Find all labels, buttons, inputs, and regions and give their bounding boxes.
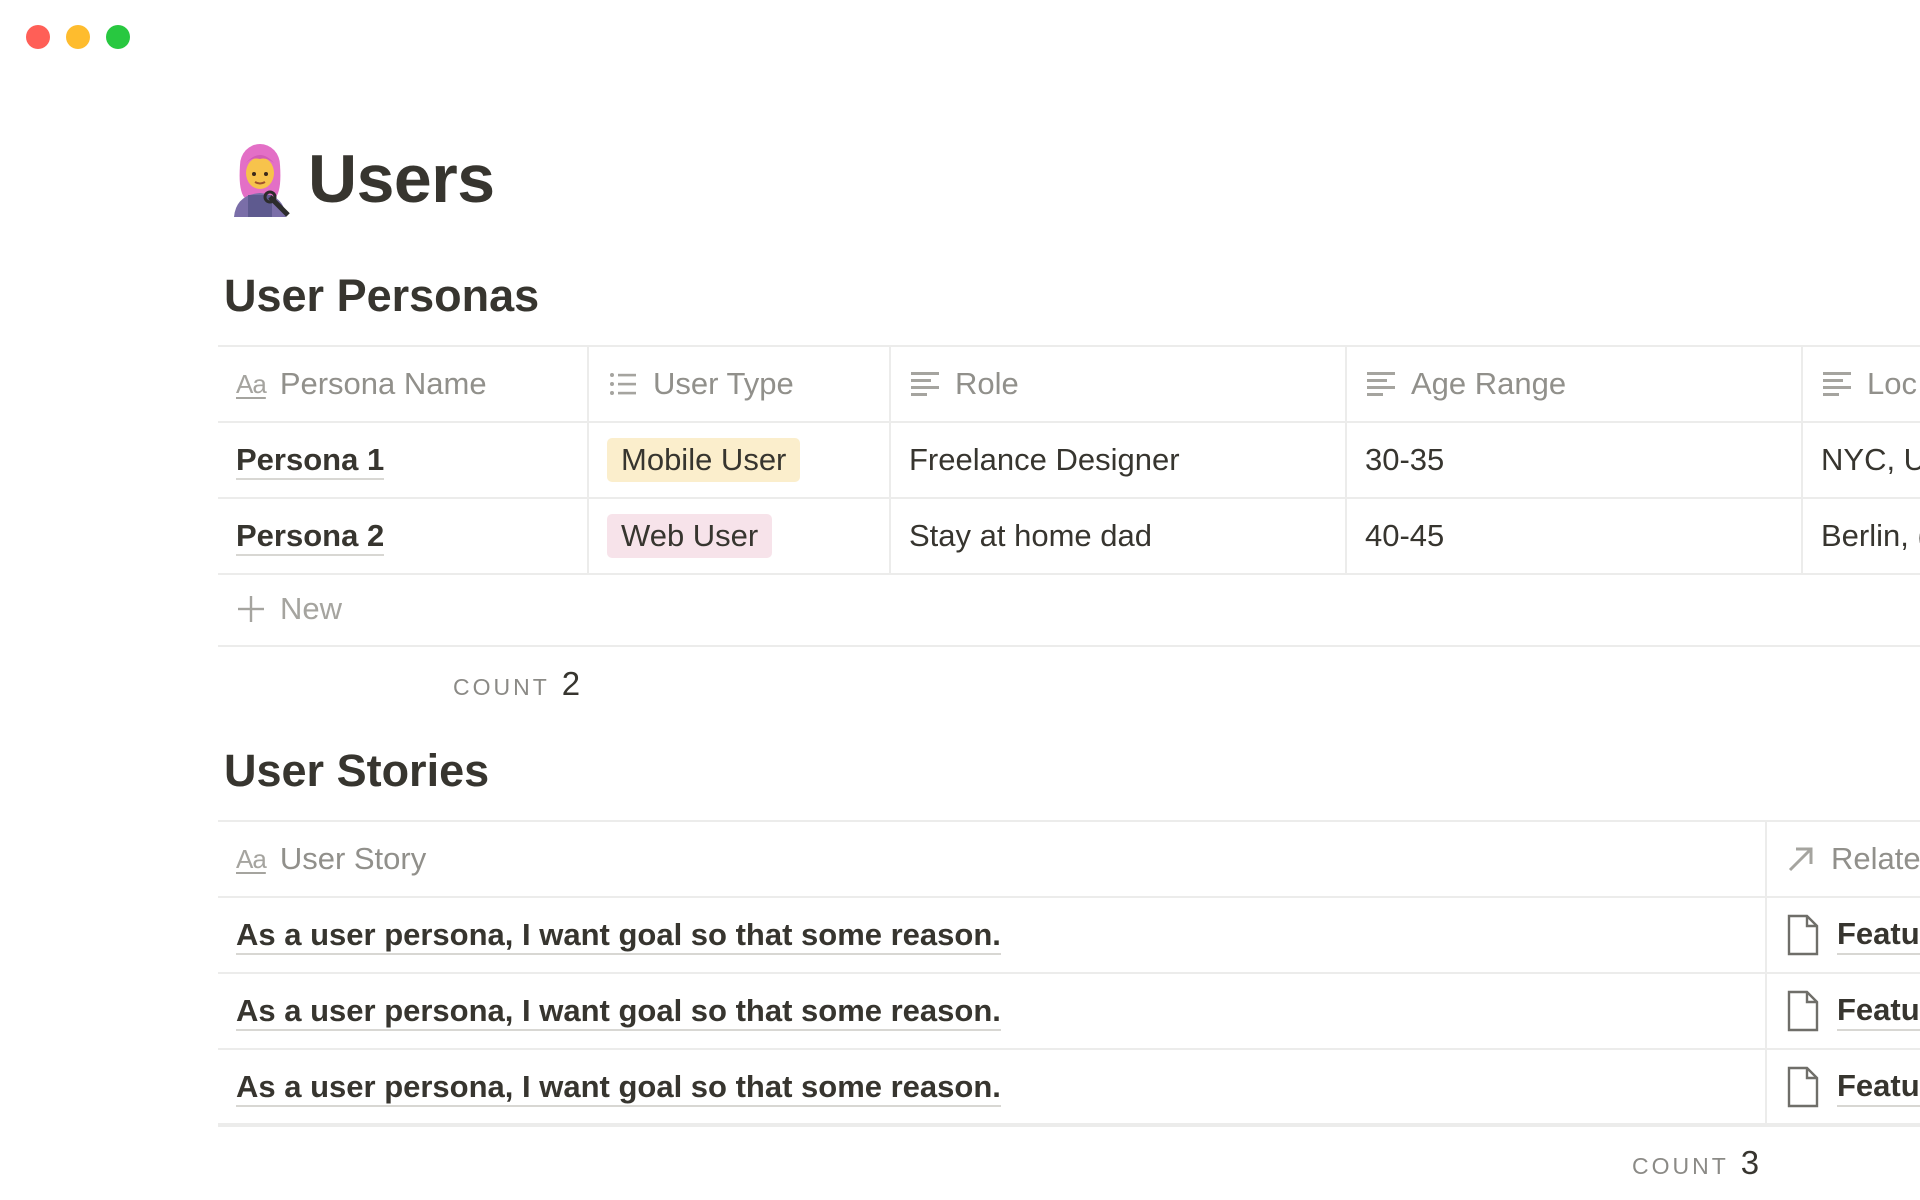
column-header-age-range[interactable]: Age Range <box>1346 345 1803 423</box>
list-icon <box>610 373 636 395</box>
persona-name-cell[interactable]: Persona 2 <box>218 498 589 575</box>
page-title[interactable]: Users <box>308 140 495 218</box>
age-range-cell[interactable]: 40-45 <box>1346 498 1803 575</box>
count-label: COUNT <box>1632 1153 1729 1179</box>
new-row-button[interactable]: New <box>218 573 1920 647</box>
user-type-tag: Mobile User <box>607 438 801 482</box>
title-aa-icon: Aa <box>236 843 267 874</box>
window-controls <box>26 25 130 49</box>
user-type-cell[interactable]: Web User <box>588 498 891 575</box>
text-lines-icon <box>911 372 939 396</box>
user-type-tag: Web User <box>607 514 773 558</box>
stories-heading[interactable]: User Stories <box>224 745 489 797</box>
user-story-link[interactable]: As a user persona, I want goal so that s… <box>236 1069 1001 1107</box>
column-header-user-type[interactable]: User Type <box>588 345 891 423</box>
title-aa-icon: Aa <box>236 368 267 399</box>
location-cell[interactable]: NYC, U <box>1802 422 1920 499</box>
persona-name-link[interactable]: Persona 2 <box>236 518 385 556</box>
user-story-link[interactable]: As a user persona, I want goal so that s… <box>236 993 1001 1031</box>
stories-count[interactable]: COUNT 3 <box>1632 1144 1759 1182</box>
table-row[interactable]: As a user persona, I want goal so that s… <box>218 1049 1920 1126</box>
column-header-location[interactable]: Loc <box>1802 345 1920 423</box>
persona-name-link[interactable]: Persona 1 <box>236 442 385 480</box>
minimize-window-button[interactable] <box>66 25 90 49</box>
column-header-label: Age Range <box>1411 366 1567 401</box>
column-header-role[interactable]: Role <box>890 345 1347 423</box>
age-range-cell[interactable]: 30-35 <box>1346 422 1803 499</box>
column-header-label: Role <box>955 366 1019 401</box>
zoom-window-button[interactable] <box>106 25 130 49</box>
user-story-cell[interactable]: As a user persona, I want goal so that s… <box>218 973 1767 1050</box>
stories-table: Aa User Story Relate As a user persona, … <box>218 820 1920 1126</box>
page-title-block: Users <box>226 140 495 218</box>
related-page-link[interactable]: Featu <box>1837 916 1920 955</box>
woman-mechanic-emoji-icon[interactable] <box>226 141 294 217</box>
text-lines-icon <box>1823 372 1851 396</box>
column-header-persona-name[interactable]: Aa Persona Name <box>218 345 589 423</box>
table-row[interactable]: Persona 1 Mobile User Freelance Designer… <box>218 422 1920 499</box>
related-cell[interactable]: Featu <box>1766 897 1920 974</box>
page-icon <box>1787 990 1819 1032</box>
table-bottom-divider <box>218 1123 1920 1127</box>
role-cell[interactable]: Stay at home dad <box>890 498 1347 575</box>
personas-header-row: Aa Persona Name User Type Role Age Range… <box>218 345 1920 423</box>
related-page-link[interactable]: Featu <box>1837 992 1920 1031</box>
table-row[interactable]: As a user persona, I want goal so that s… <box>218 973 1920 1050</box>
persona-name-cell[interactable]: Persona 1 <box>218 422 589 499</box>
count-value: 2 <box>561 665 581 702</box>
column-header-label: Persona Name <box>279 366 487 401</box>
column-header-label: User Type <box>653 366 794 401</box>
count-value: 3 <box>1740 1144 1760 1181</box>
column-header-label: Relate <box>1831 841 1920 876</box>
column-header-related[interactable]: Relate <box>1766 820 1920 898</box>
user-story-cell[interactable]: As a user persona, I want goal so that s… <box>218 1049 1767 1126</box>
text-lines-icon <box>1367 372 1395 396</box>
app-window: Users User Personas Aa Persona Name User… <box>0 0 1920 1200</box>
user-story-cell[interactable]: As a user persona, I want goal so that s… <box>218 897 1767 974</box>
role-cell[interactable]: Freelance Designer <box>890 422 1347 499</box>
column-header-label: Loc <box>1867 366 1917 401</box>
related-cell[interactable]: Featu <box>1766 1049 1920 1126</box>
user-type-cell[interactable]: Mobile User <box>588 422 891 499</box>
personas-heading[interactable]: User Personas <box>224 270 539 322</box>
related-cell[interactable]: Featu <box>1766 973 1920 1050</box>
page-icon <box>1787 914 1819 956</box>
table-row[interactable]: Persona 2 Web User Stay at home dad 40-4… <box>218 498 1920 575</box>
personas-table: Aa Persona Name User Type Role Age Range… <box>218 345 1920 575</box>
plus-icon <box>238 596 264 622</box>
count-label: COUNT <box>453 674 550 700</box>
close-window-button[interactable] <box>26 25 50 49</box>
table-row[interactable]: As a user persona, I want goal so that s… <box>218 897 1920 974</box>
relation-arrow-icon <box>1788 847 1813 872</box>
related-page-link[interactable]: Featu <box>1837 1068 1920 1107</box>
new-row-label: New <box>280 591 343 626</box>
page-icon <box>1787 1066 1819 1108</box>
location-cell[interactable]: Berlin, ( <box>1802 498 1920 575</box>
column-header-label: User Story <box>279 841 427 876</box>
user-story-link[interactable]: As a user persona, I want goal so that s… <box>236 917 1001 955</box>
personas-count[interactable]: COUNT 2 <box>453 665 580 703</box>
column-header-user-story[interactable]: Aa User Story <box>218 820 1767 898</box>
stories-header-row: Aa User Story Relate <box>218 820 1920 898</box>
